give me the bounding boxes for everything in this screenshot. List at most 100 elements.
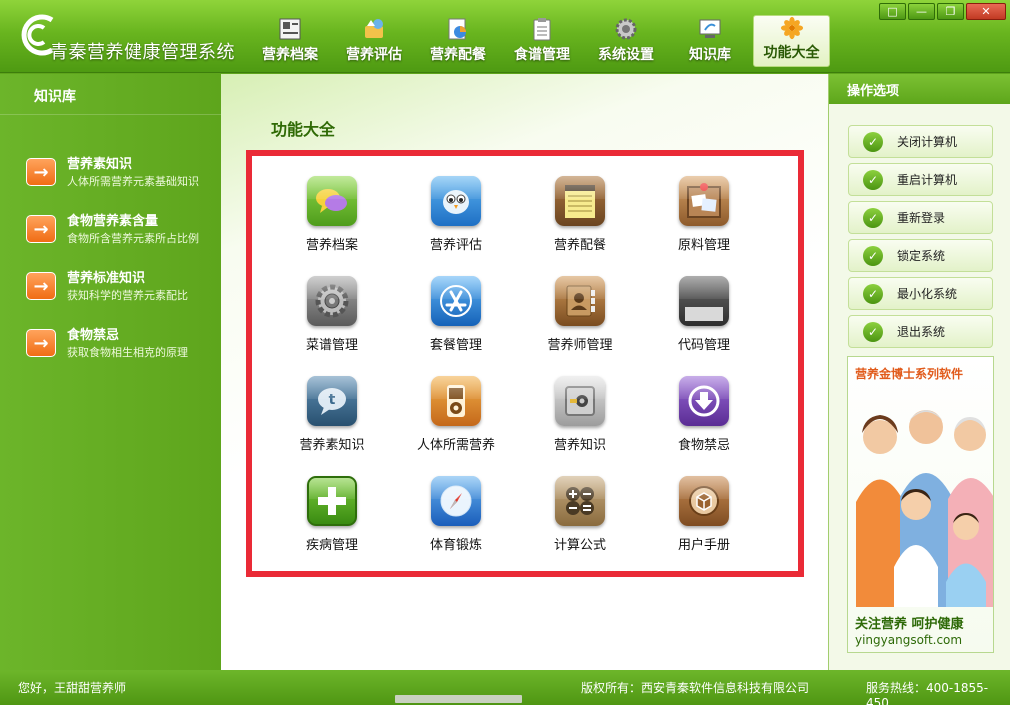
- package-icon: [679, 476, 729, 526]
- main-nav: 营养档案 营养评估 营养配餐 食谱管理 系统设置 知识库 功能大全: [248, 15, 830, 68]
- func-label: 套餐管理: [429, 338, 482, 353]
- corkboard-icon: [679, 176, 729, 226]
- nav-label: 营养档案: [262, 47, 318, 63]
- recipe-icon: [533, 18, 551, 41]
- func-label: 营养评估: [429, 238, 482, 253]
- minimize-system-button[interactable]: ✓ 最小化系统: [848, 277, 993, 310]
- arrow-right-icon: →: [26, 158, 56, 186]
- service-hotline: 服务热线：400-1855-450: [866, 681, 989, 705]
- nav-label: 知识库: [689, 47, 731, 63]
- op-label: 重启计算机: [897, 173, 958, 187]
- speech-bubble-icon: t: [307, 376, 357, 426]
- func-nutrition-knowledge[interactable]: 营养知识: [518, 376, 642, 476]
- horizontal-scrollbar[interactable]: [395, 695, 522, 703]
- page-title: 功能大全: [271, 120, 336, 139]
- music-player-icon: [431, 376, 481, 426]
- knowledge-icon: [699, 19, 721, 38]
- sidebar-title: 知识库: [34, 89, 76, 105]
- main-content: 功能大全 营养档案 营养评估 营养配餐 原料管理 菜谱管理 套餐管理 营养师管理…: [221, 74, 828, 670]
- family-photo: [856, 410, 993, 607]
- user-greeting: 您好，王甜甜营养师: [18, 681, 127, 695]
- knowledge-sidebar: 知识库 → 营养素知识 人体所需营养元素基础知识 → 食物营养素含量 食物所含营…: [0, 74, 221, 670]
- operations-panel: 操作选项 ✓ 关闭计算机 ✓ 重启计算机 ✓ 重新登录 ✓ 锁定系统 ✓ 最小化…: [828, 74, 1010, 670]
- relogin-button[interactable]: ✓ 重新登录: [848, 201, 993, 234]
- promo-banner[interactable]: 营养金博士系列软件 关注营养 呵护健康 yingyangsoft.com: [847, 356, 994, 653]
- func-nutrition-meal[interactable]: 营养配餐: [518, 176, 642, 276]
- nav-nutrition-evaluate[interactable]: 营养评估: [332, 16, 416, 68]
- minimize-button[interactable]: —: [908, 3, 935, 20]
- func-nutrition-archive[interactable]: 营养档案: [270, 176, 394, 276]
- shutdown-computer-button[interactable]: ✓ 关闭计算机: [848, 125, 993, 158]
- nav-all-functions[interactable]: 功能大全: [753, 15, 830, 67]
- exit-system-button[interactable]: ✓ 退出系统: [848, 315, 993, 348]
- func-physical-exercise[interactable]: 体育锻炼: [394, 476, 518, 576]
- gear-icon: [307, 276, 357, 326]
- status-bar: 您好，王甜甜营养师 版权所有：西安青秦软件信息科技有限公司 服务热线：400-1…: [0, 670, 1010, 705]
- nav-nutrition-archive[interactable]: 营养档案: [248, 16, 332, 68]
- check-icon: ✓: [863, 207, 883, 228]
- func-disease-manage[interactable]: 疾病管理: [270, 476, 394, 576]
- function-grid: 营养档案 营养评估 营养配餐 原料管理 菜谱管理 套餐管理 营养师管理 代码管理…: [270, 176, 766, 576]
- nav-recipe-manage[interactable]: 食谱管理: [500, 16, 584, 68]
- nav-nutrition-meal[interactable]: 营养配餐: [416, 16, 500, 68]
- check-icon: ✓: [863, 283, 883, 304]
- restart-computer-button[interactable]: ✓ 重启计算机: [848, 163, 993, 196]
- nav-knowledge-base[interactable]: 知识库: [668, 16, 752, 68]
- sidebar-item-food-taboo[interactable]: → 食物禁忌 获取食物相生相克的原理: [26, 327, 188, 361]
- sidebar-item-title: 营养素知识: [67, 157, 133, 172]
- compass-icon: [431, 476, 481, 526]
- func-recipe-manage[interactable]: 菜谱管理: [270, 276, 394, 376]
- func-label: 营养知识: [553, 438, 606, 453]
- sidebar-item-nutrient-knowledge[interactable]: → 营养素知识 人体所需营养元素基础知识: [26, 156, 199, 190]
- func-nutrition-evaluate[interactable]: 营养评估: [394, 176, 518, 276]
- func-code-manage[interactable]: 代码管理: [642, 276, 766, 376]
- promo-url[interactable]: yingyangsoft.com: [855, 633, 962, 647]
- func-label: 营养素知识: [299, 438, 365, 453]
- arrow-right-icon: →: [26, 215, 56, 243]
- sidebar-item-food-nutrient-content[interactable]: → 食物营养素含量 食物所含营养元素所占比例: [26, 213, 199, 247]
- calculator-icon: [555, 476, 605, 526]
- func-label: 人体所需营养: [416, 438, 495, 453]
- func-label: 疾病管理: [305, 538, 358, 553]
- func-label: 营养师管理: [547, 338, 613, 353]
- func-calc-formula[interactable]: 计算公式: [518, 476, 642, 576]
- func-nutrient-knowledge[interactable]: t 营养素知识: [270, 376, 394, 476]
- sidebar-divider: [0, 114, 221, 115]
- app-title: 青秦营养健康管理系统: [50, 42, 235, 63]
- svg-text:t: t: [329, 392, 336, 408]
- func-ingredient-manage[interactable]: 原料管理: [642, 176, 766, 276]
- meal-icon: [448, 18, 466, 40]
- restore-panel-button[interactable]: □: [879, 3, 906, 20]
- func-user-manual[interactable]: 用户手册: [642, 476, 766, 576]
- func-label: 代码管理: [677, 338, 730, 353]
- download-icon: [679, 376, 729, 426]
- sidebar-item-desc: 食物所含营养元素所占比例: [67, 232, 199, 245]
- maximize-button[interactable]: ❐: [937, 3, 964, 20]
- sidebar-item-nutrition-standard[interactable]: → 营养标准知识 获知科学的营养元素配比: [26, 270, 188, 304]
- close-button[interactable]: ✕: [966, 3, 1006, 20]
- nav-system-settings[interactable]: 系统设置: [584, 16, 668, 68]
- check-icon: ✓: [863, 321, 883, 342]
- dark-tile-icon: [679, 276, 729, 326]
- sidebar-item-title: 食物营养素含量: [67, 214, 159, 229]
- lock-system-button[interactable]: ✓ 锁定系统: [848, 239, 993, 272]
- func-package-manage[interactable]: 套餐管理: [394, 276, 518, 376]
- func-label: 体育锻炼: [429, 538, 482, 553]
- op-label: 退出系统: [897, 325, 946, 339]
- op-label: 锁定系统: [897, 249, 946, 263]
- func-label: 计算公式: [553, 538, 606, 553]
- func-dietitian-manage[interactable]: 营养师管理: [518, 276, 642, 376]
- title-bar: 青秦营养健康管理系统 营养档案 营养评估 营养配餐 食谱管理 系统设置 知识库 …: [0, 0, 1010, 73]
- plus-icon: [307, 476, 357, 526]
- operations-title: 操作选项: [829, 74, 1010, 104]
- notepad-icon: [555, 176, 605, 226]
- func-food-taboo[interactable]: 食物禁忌: [642, 376, 766, 476]
- promo-slogan: 关注营养 呵护健康: [855, 617, 964, 632]
- nav-label: 营养评估: [346, 47, 402, 63]
- nav-label: 功能大全: [763, 45, 820, 61]
- address-book-icon: [555, 276, 605, 326]
- func-body-nutrition-needs[interactable]: 人体所需营养: [394, 376, 518, 476]
- func-label: 食物禁忌: [677, 438, 730, 453]
- op-label: 关闭计算机: [897, 135, 958, 149]
- gear-icon: [615, 18, 637, 40]
